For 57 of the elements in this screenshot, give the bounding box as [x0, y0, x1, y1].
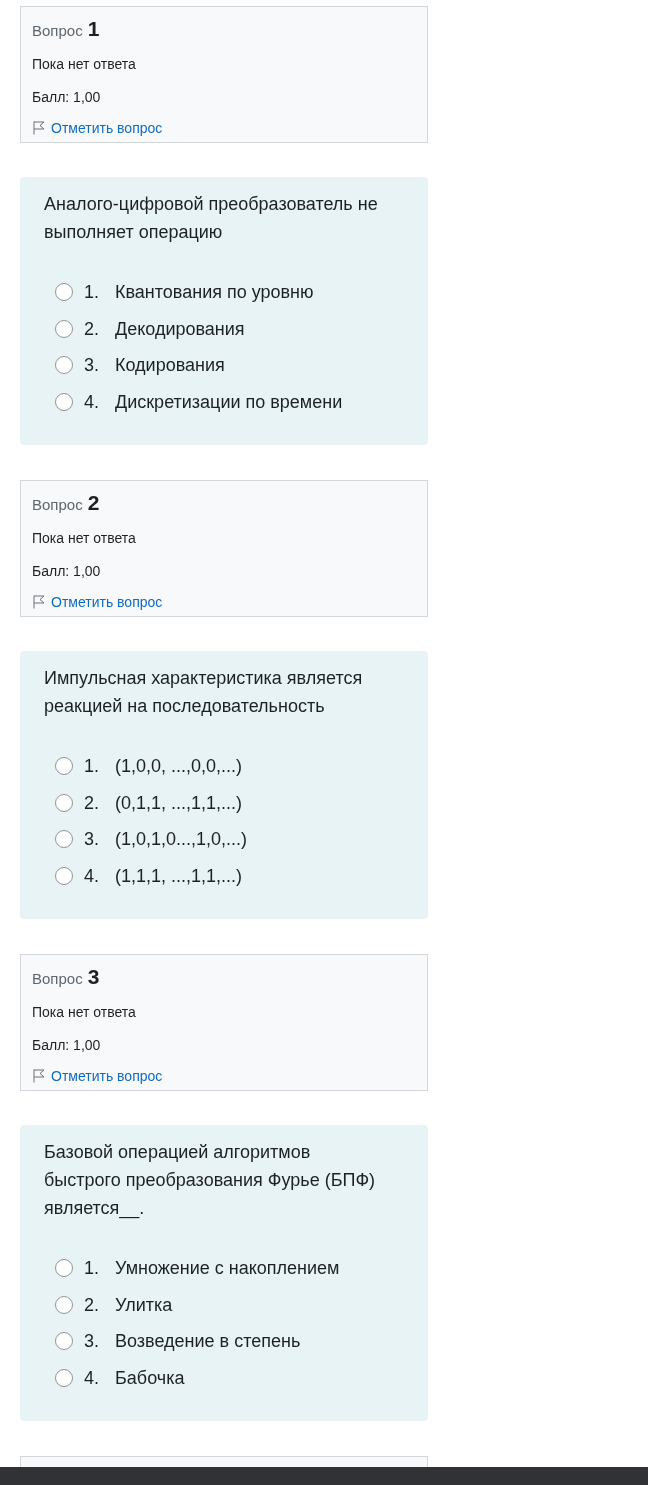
question-number: 2: [87, 491, 100, 515]
flag-question-link[interactable]: Отметить вопрос: [32, 1067, 163, 1085]
radio-button[interactable]: [55, 356, 73, 375]
option-label[interactable]: (1,0,0, ...,0,0,...): [115, 755, 243, 778]
grade-text: Балл: 1,00: [32, 562, 101, 580]
option-number: 2.: [84, 317, 100, 340]
option-label[interactable]: Квантования по уровню: [115, 281, 314, 304]
flag-question-link[interactable]: Отметить вопрос: [32, 119, 163, 137]
flag-icon: [33, 595, 45, 609]
answer-status: Пока нет ответа: [32, 529, 136, 547]
question-label: Вопрос: [32, 969, 83, 989]
question-text: Импульсная характеристика является реакцией на последовательность: [44, 667, 364, 718]
option-number: 3.: [84, 354, 100, 377]
question-label: Вопрос: [32, 21, 83, 41]
question-text: Аналого-цифровой преобразователь не выполняет операцию: [44, 193, 379, 244]
option-number: 4.: [84, 390, 100, 413]
radio-button[interactable]: [55, 793, 73, 812]
answer-status: Пока нет ответа: [32, 1003, 136, 1021]
radio-button[interactable]: [55, 1368, 73, 1387]
option-label[interactable]: Умножение с накоплением: [115, 1257, 340, 1280]
option-label[interactable]: (1,0,1,0...,1,0,...): [115, 828, 248, 851]
radio-button[interactable]: [55, 830, 73, 849]
flag-icon: [33, 121, 45, 135]
option-number: 1.: [84, 1257, 100, 1280]
option-label[interactable]: Дискретизации по времени: [115, 390, 343, 413]
flag-icon: [33, 1069, 45, 1083]
question-number: 3: [87, 965, 100, 989]
option-label[interactable]: Бабочка: [115, 1366, 185, 1389]
option-label[interactable]: Возведение в степень: [115, 1330, 301, 1353]
flag-question-link[interactable]: Отметить вопрос: [32, 593, 163, 611]
option-label[interactable]: (0,1,1, ...,1,1,...): [115, 791, 243, 814]
question-text: Базовой операцией алгоритмов быстрого преобразования Фурье (БПФ) является__.: [44, 1141, 377, 1221]
radio-button[interactable]: [55, 319, 73, 338]
grade-text: Балл: 1,00: [32, 88, 101, 106]
radio-button[interactable]: [55, 757, 73, 776]
option-label[interactable]: Улитка: [115, 1293, 173, 1316]
option-label[interactable]: Кодирования: [115, 354, 225, 377]
option-number: 4.: [84, 864, 100, 887]
option-number: 2.: [84, 1293, 100, 1316]
question-number: 1: [87, 17, 100, 41]
radio-button[interactable]: [55, 1332, 73, 1351]
option-label[interactable]: Декодирования: [115, 317, 245, 340]
option-number: 4.: [84, 1366, 100, 1389]
radio-button[interactable]: [55, 1259, 73, 1278]
option-number: 1.: [84, 281, 100, 304]
option-label[interactable]: (1,1,1, ...,1,1,...): [115, 864, 243, 887]
option-number: 1.: [84, 755, 100, 778]
option-number: 3.: [84, 828, 100, 851]
radio-button[interactable]: [55, 1295, 73, 1314]
question-label: Вопрос: [32, 495, 83, 515]
grade-text: Балл: 1,00: [32, 1036, 101, 1054]
option-number: 3.: [84, 1330, 100, 1353]
answer-status: Пока нет ответа: [32, 55, 136, 73]
option-number: 2.: [84, 791, 100, 814]
radio-button[interactable]: [55, 283, 73, 302]
radio-button[interactable]: [55, 392, 73, 411]
radio-button[interactable]: [55, 866, 73, 885]
